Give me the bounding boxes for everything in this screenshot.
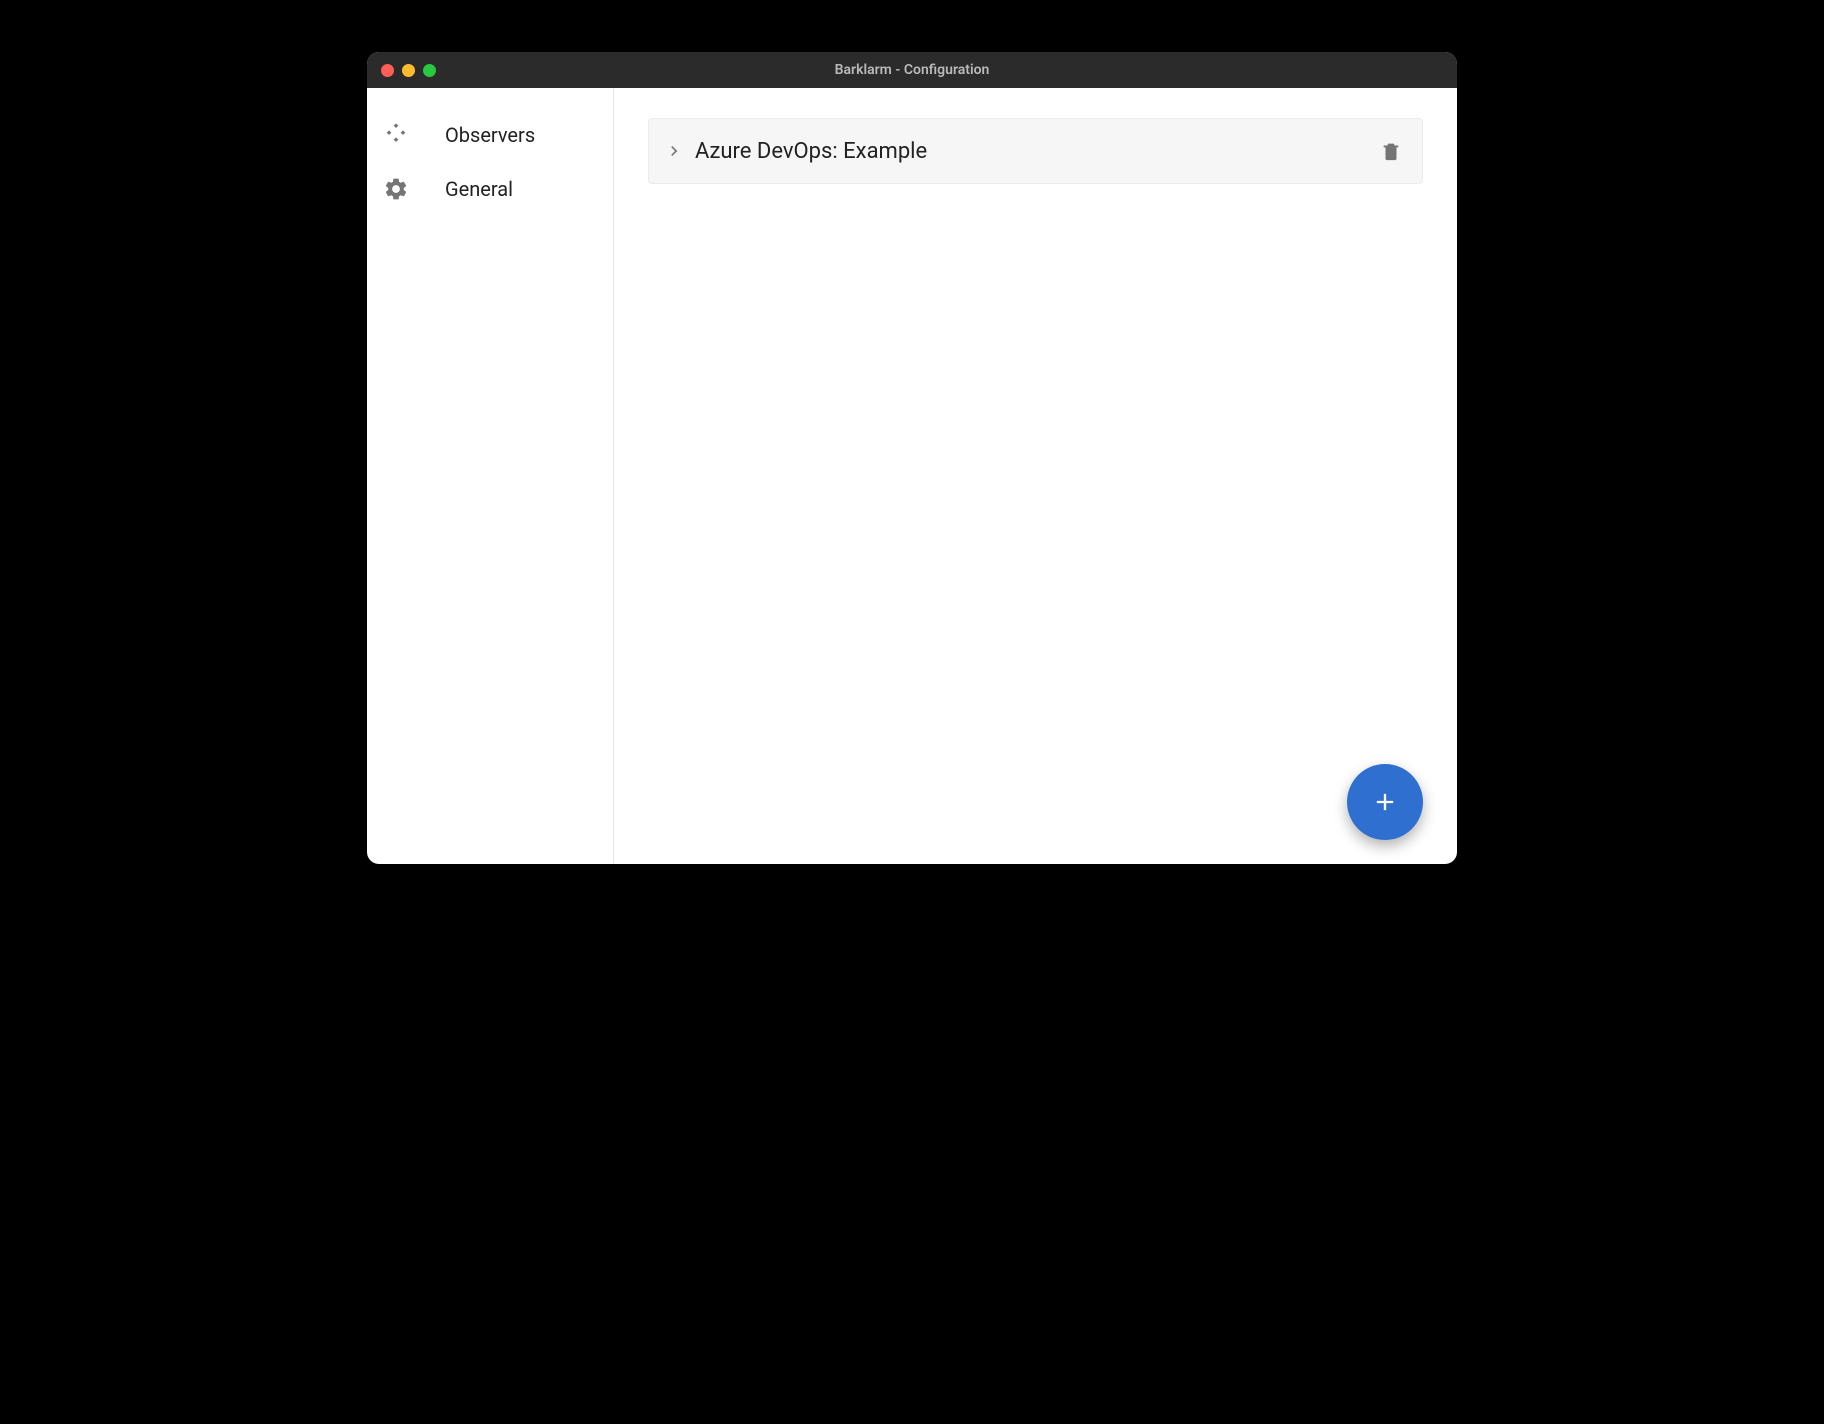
- maximize-window-button[interactable]: [423, 64, 436, 77]
- sidebar-item-label: Observers: [445, 123, 535, 147]
- chevron-right-icon[interactable]: [663, 140, 685, 162]
- sidebar-item-general[interactable]: General: [367, 162, 613, 216]
- window-title: Barklarm - Configuration: [367, 62, 1457, 78]
- gear-icon: [381, 176, 411, 202]
- trash-icon: [1380, 140, 1402, 162]
- api-icon: [381, 121, 411, 149]
- minimize-window-button[interactable]: [402, 64, 415, 77]
- close-window-button[interactable]: [381, 64, 394, 77]
- traffic-lights: [381, 64, 436, 77]
- window-body: Observers General Azure DevOps: Example: [367, 88, 1457, 864]
- main-content: Azure DevOps: Example: [614, 88, 1457, 864]
- titlebar: Barklarm - Configuration: [367, 52, 1457, 88]
- sidebar-item-label: General: [445, 177, 513, 201]
- observer-row[interactable]: Azure DevOps: Example: [648, 118, 1423, 184]
- delete-observer-button[interactable]: [1380, 140, 1402, 162]
- app-window: Barklarm - Configuration Observers Gener…: [367, 52, 1457, 864]
- add-observer-button[interactable]: [1347, 764, 1423, 840]
- sidebar: Observers General: [367, 88, 614, 864]
- sidebar-item-observers[interactable]: Observers: [367, 108, 613, 162]
- observer-row-label: Azure DevOps: Example: [695, 139, 1380, 164]
- plus-icon: [1371, 788, 1399, 816]
